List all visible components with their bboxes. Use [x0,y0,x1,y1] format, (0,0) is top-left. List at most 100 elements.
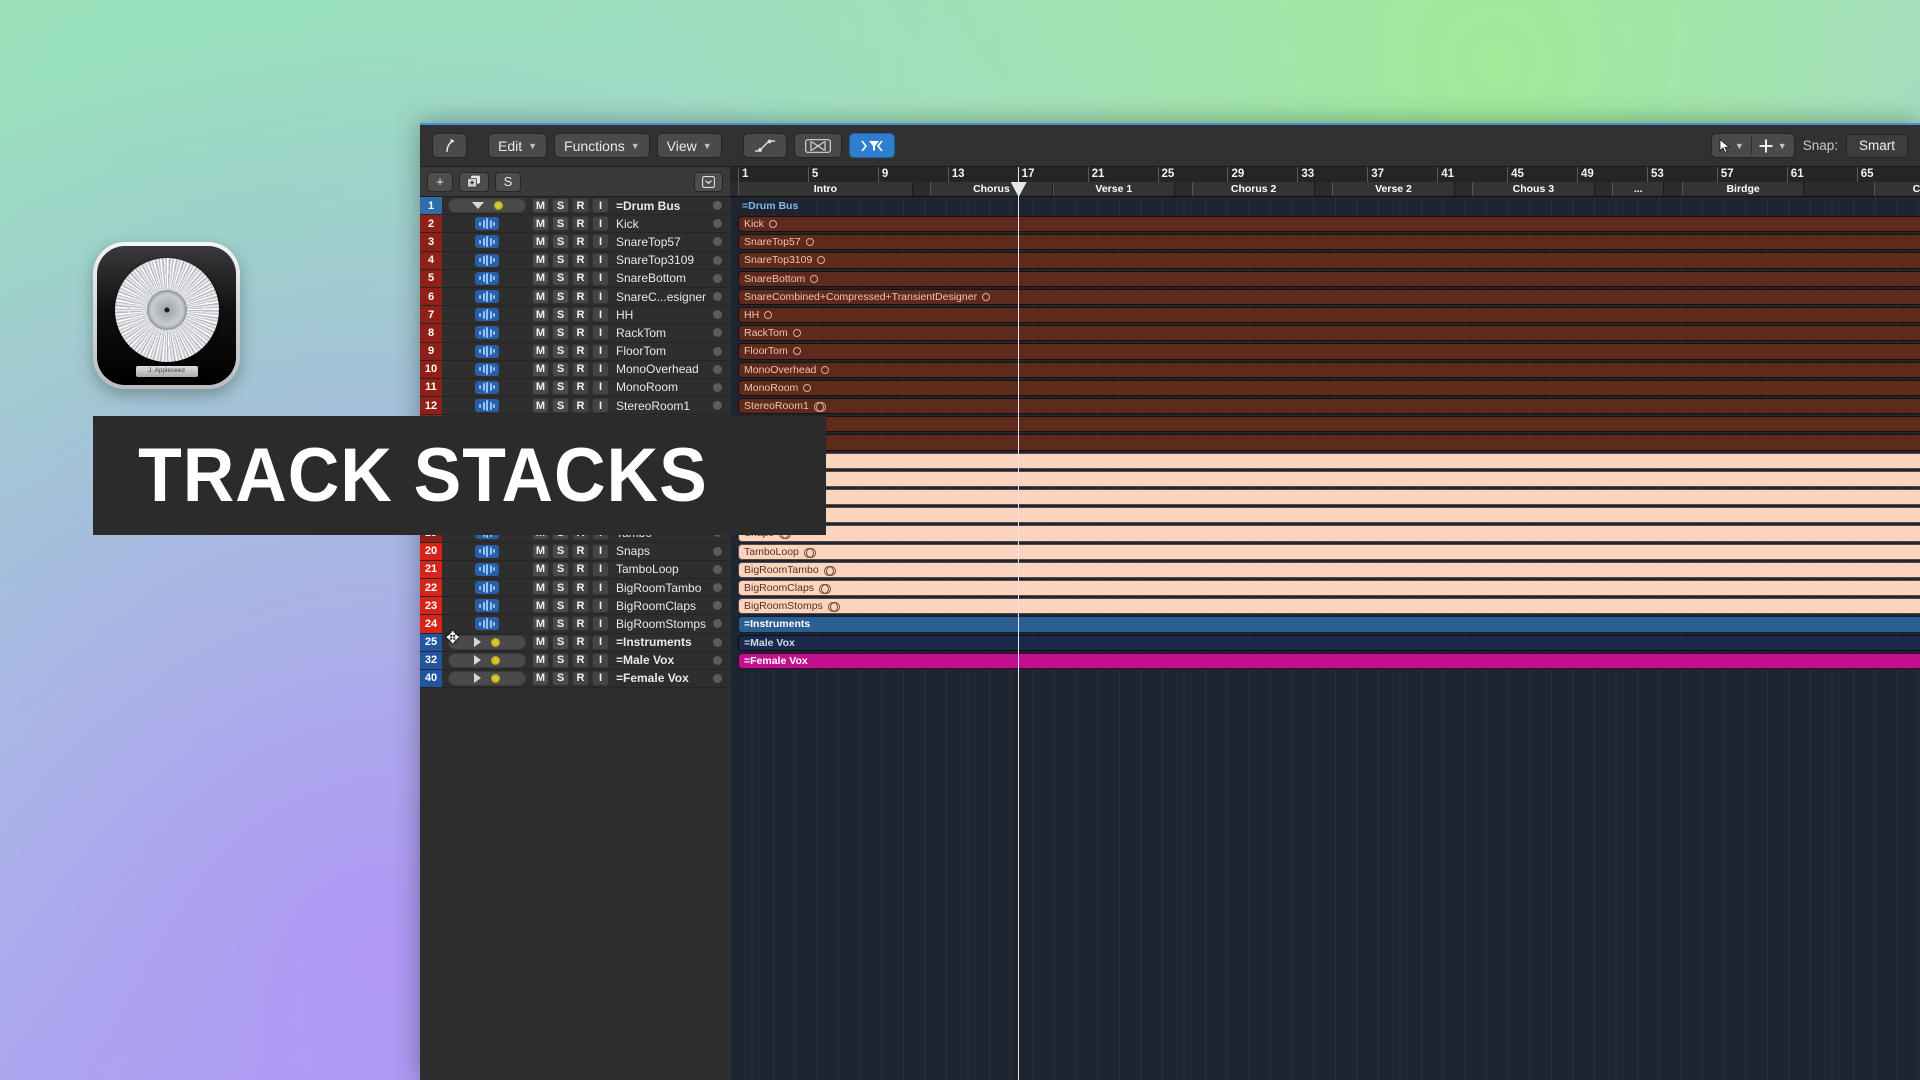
solo-button[interactable]: S [552,325,569,341]
mute-button[interactable]: M [532,198,549,214]
track-disclosure-group[interactable] [448,670,526,686]
track-disclosure-group[interactable] [448,380,526,395]
record-enable-icon[interactable] [493,201,503,211]
record-arm-button[interactable]: R [572,652,589,668]
track-disclosure-group[interactable] [448,398,526,413]
mute-button[interactable]: M [532,325,549,341]
record-arm-button[interactable]: R [572,670,589,686]
pointer-tool-icon[interactable]: ▼ [1712,138,1751,153]
track-row[interactable]: 6 M S R I SnareC...esigner [420,287,730,307]
region[interactable]: Perc1 [738,452,1920,469]
solo-button[interactable]: S [552,398,569,414]
flex-time-icon[interactable] [793,133,842,158]
track-name[interactable]: MonoRoom [616,380,713,394]
track-volume-knob[interactable] [713,292,722,302]
track-disclosure-group[interactable] [448,544,526,559]
automation-icon[interactable] [742,133,787,158]
record-arm-button[interactable]: R [572,198,589,214]
track-disclosure-group[interactable] [448,344,526,359]
record-enable-icon[interactable] [491,673,500,683]
duplicate-track-icon[interactable] [459,171,489,192]
record-arm-button[interactable]: R [572,598,589,614]
bar-ruler[interactable]: 1591317212529333741454953576165697377818… [730,167,1920,197]
track-name[interactable]: BigRoomTambo [616,581,713,595]
track-name[interactable]: RackTom [616,326,713,340]
mute-button[interactable]: M [532,543,549,559]
record-arm-button[interactable]: R [572,379,589,395]
track-name[interactable]: =Instruments [616,635,713,649]
track-disclosure-group[interactable] [448,216,526,231]
input-monitor-button[interactable]: I [592,252,609,268]
input-monitor-button[interactable]: I [592,561,609,577]
track-row[interactable]: 25 M S R I =Instruments [420,633,730,652]
record-arm-button[interactable]: R [572,270,589,286]
solo-button[interactable]: S [552,379,569,395]
marker[interactable]: ... [1612,182,1665,196]
track-volume-knob[interactable] [713,364,722,374]
track-row[interactable]: 12 M S R I StereoRoom1 [420,397,730,416]
input-monitor-button[interactable]: I [592,289,609,305]
mute-button[interactable]: M [532,398,549,414]
mute-button[interactable]: M [532,379,549,395]
mute-button[interactable]: M [532,343,549,359]
track-config-icon[interactable] [694,171,723,192]
mute-button[interactable]: M [532,307,549,323]
track-volume-knob[interactable] [713,328,722,338]
record-arm-button[interactable]: R [572,234,589,250]
track-volume-knob[interactable] [713,401,722,411]
record-enable-icon[interactable] [491,655,500,665]
track-volume-knob[interactable] [713,310,722,320]
solo-button[interactable]: S [552,616,569,632]
region[interactable]: BigRoomTambo [738,561,1920,579]
track-name[interactable]: BigRoomClaps [616,599,713,613]
track-name[interactable]: SnareBottom [616,271,713,285]
track-name[interactable]: SnareTop3109 [616,253,713,267]
region[interactable]: RackTom [738,325,1920,342]
track-name[interactable]: Kick [616,217,713,231]
track-disclosure-group[interactable] [448,271,526,286]
add-track-button[interactable]: + [427,171,453,192]
input-monitor-button[interactable]: I [592,670,609,686]
input-monitor-button[interactable]: I [592,198,609,214]
region[interactable]: =Instruments [738,616,1920,633]
region[interactable]: =Male Vox [738,634,1920,651]
undo-arrow-icon[interactable] [432,133,467,158]
track-disclosure-group[interactable] [448,362,526,377]
mute-button[interactable]: M [532,616,549,632]
track-disclosure-group[interactable] [448,652,526,668]
region[interactable]: Snaps [738,525,1920,542]
region[interactable]: MonoOverhead [738,361,1920,378]
track-volume-knob[interactable] [713,219,722,229]
region[interactable]: BigRoomStomps [738,598,1920,615]
track-name[interactable]: SnareC...esigner [616,290,713,304]
track-row[interactable]: 1 M S R I =Drum Bus [420,197,730,216]
record-arm-button[interactable]: R [572,252,589,268]
region[interactable]: StereoRoom2 [738,416,1920,433]
disclosure-triangle-down-icon[interactable] [471,202,484,210]
region[interactable]: SnareCombined+Compressed+TransientDesign… [738,288,1920,306]
region[interactable]: MonoRoom [738,379,1920,397]
track-row[interactable]: 32 M S R I =Male Vox [420,651,730,670]
mute-button[interactable]: M [532,670,549,686]
mute-button[interactable]: M [532,561,549,577]
region[interactable]: Perc1 [738,470,1920,488]
track-row[interactable]: 4 M S R I SnareTop3109 [420,251,730,270]
track-row[interactable]: 8 M S R I RackTom [420,324,730,343]
marker[interactable]: Chorus 2 [1192,182,1315,196]
mute-button[interactable]: M [532,634,549,650]
track-disclosure-group[interactable] [448,562,526,577]
track-name[interactable]: BigRoomStomps [616,617,713,631]
solo-button[interactable]: S [552,543,569,559]
region[interactable]: Perc2 [738,488,1920,506]
input-monitor-button[interactable]: I [592,634,609,650]
track-volume-knob[interactable] [713,237,722,247]
track-volume-knob[interactable] [713,255,722,265]
track-row[interactable]: 7 M S R I HH [420,306,730,325]
track-row[interactable]: 40 M S R I =Female Vox [420,669,730,689]
input-monitor-button[interactable]: I [592,325,609,341]
track-disclosure-group[interactable] [448,253,526,268]
record-arm-button[interactable]: R [572,543,589,559]
track-volume-knob[interactable] [713,655,722,665]
record-arm-button[interactable]: R [572,361,589,377]
record-arm-button[interactable]: R [572,307,589,323]
